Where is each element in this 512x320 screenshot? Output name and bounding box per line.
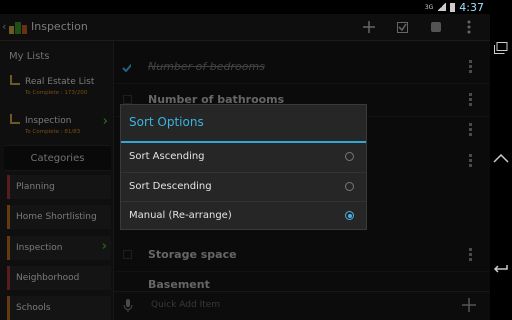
home-button[interactable] [490,148,512,168]
status-bar: 3G 4:37 [0,0,490,14]
back-button[interactable] [490,260,512,280]
dialog-title: Sort Options [129,115,204,129]
option-label: Sort Descending [129,181,212,192]
radio-button[interactable] [345,152,354,161]
screen: 3G 4:37 ‹ Inspection My Lists Real Estat… [0,0,490,320]
manual-rearrange-option[interactable]: Manual (Re-arrange) [121,201,366,231]
sort-descending-option[interactable]: Sort Descending [121,172,366,202]
radio-button[interactable] [345,182,354,191]
battery-icon [450,2,456,12]
sort-ascending-option[interactable]: Sort Ascending [121,143,366,172]
system-nav-bar [490,0,512,320]
option-label: Sort Ascending [129,151,205,162]
option-label: Manual (Re-arrange) [129,210,232,221]
home-icon [493,153,509,163]
radio-button-selected[interactable] [345,211,354,220]
network-type: 3G [424,3,434,11]
sort-options-dialog: Sort Options Sort Ascending Sort Descend… [120,104,367,230]
clock: 4:37 [459,0,484,14]
back-arrow-icon [493,265,508,273]
recent-apps-button[interactable] [490,38,512,58]
recent-apps-icon [494,42,508,54]
signal-icon [437,3,447,11]
